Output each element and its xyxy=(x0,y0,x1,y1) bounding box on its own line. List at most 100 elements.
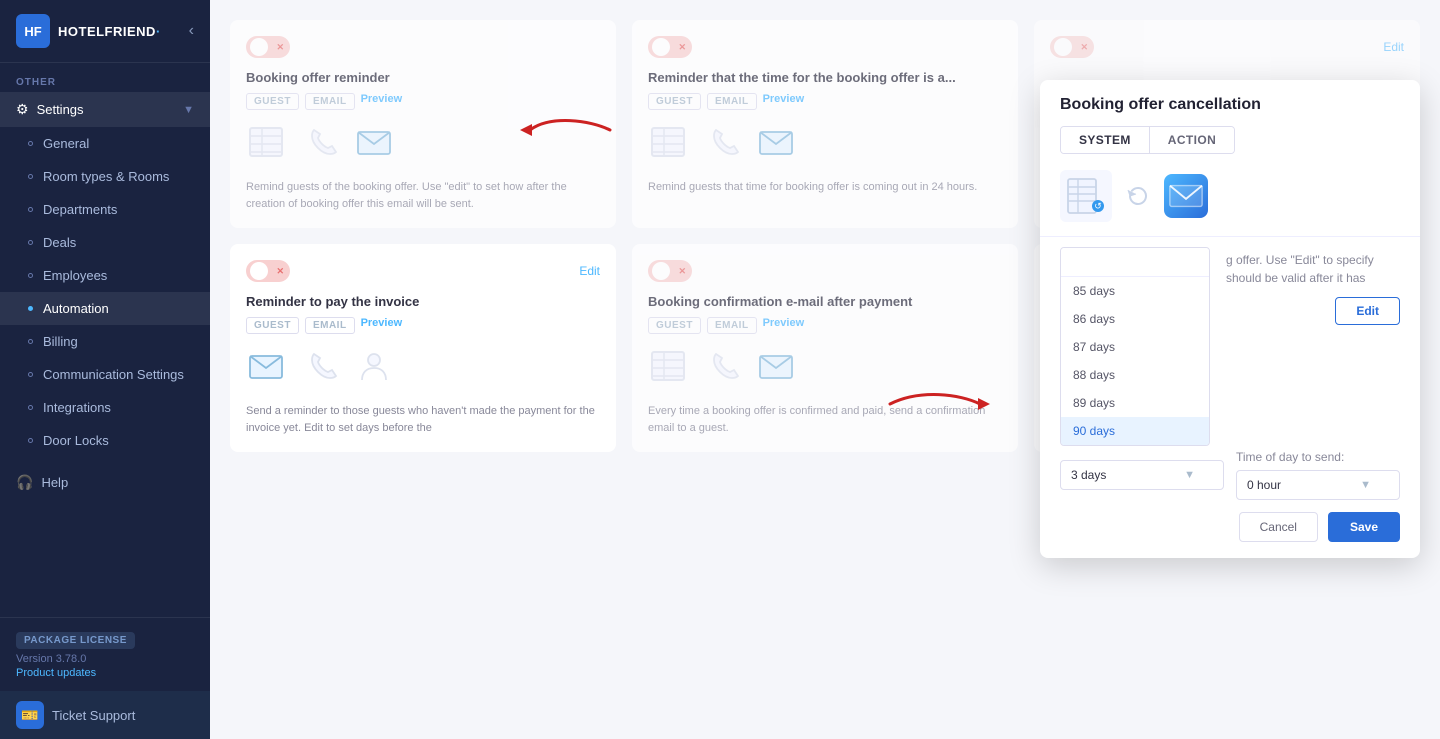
popup-panel: Booking offer cancellation SYSTEM ACTION… xyxy=(1040,80,1420,558)
dropdown-days-list[interactable]: 🔍 85 days 86 days 87 days 88 days 89 day… xyxy=(1060,247,1210,446)
popup-header: Booking offer cancellation SYSTEM ACTION xyxy=(1040,80,1420,154)
tag-guest: GUEST xyxy=(246,317,299,334)
phone-icon xyxy=(300,122,340,167)
sidebar: HF HOTELFRIEND· ‹ OTHER ⚙ Settings ▼ Gen… xyxy=(0,0,210,739)
toggle-row: ✕ Edit xyxy=(1050,36,1404,58)
toggle-booking-offer-cancellation[interactable]: ✕ xyxy=(1050,36,1094,58)
ticket-support-item[interactable]: 🎫 Ticket Support xyxy=(0,691,210,739)
preview-link[interactable]: Preview xyxy=(763,93,805,110)
popup-body: 🔍 85 days 86 days 87 days 88 days 89 day… xyxy=(1040,237,1420,446)
version-text: Version 3.78.0 xyxy=(16,653,194,665)
sidebar-item-label: Door Locks xyxy=(43,433,109,448)
dot-icon xyxy=(28,273,33,278)
card-booking-confirmation-payment: ✕ Booking confirmation e-mail after paym… xyxy=(632,244,1018,452)
product-updates-link[interactable]: Product updates xyxy=(16,667,194,679)
toggle-row: ✕ Edit xyxy=(246,260,600,282)
hour-select-value: 0 hour xyxy=(1247,478,1281,492)
hour-select[interactable]: 0 hour ▼ xyxy=(1236,470,1400,500)
card-description: Send a reminder to those guests who have… xyxy=(246,403,600,436)
dot-icon xyxy=(28,405,33,410)
chevron-down-icon: ▼ xyxy=(183,104,194,116)
toggle-reminder-pay-invoice[interactable]: ✕ xyxy=(246,260,290,282)
popup-save-button[interactable]: Save xyxy=(1328,512,1400,542)
popup-icons-row: ↺ xyxy=(1040,170,1420,237)
card-description: Remind guests of the booking offer. Use … xyxy=(246,179,600,212)
dot-icon xyxy=(28,141,33,146)
sidebar-item-employees[interactable]: Employees xyxy=(0,259,210,292)
sidebar-item-label: Integrations xyxy=(43,400,111,415)
sidebar-item-label: Departments xyxy=(43,202,117,217)
ticket-support-label: Ticket Support xyxy=(52,708,135,723)
card-title: Booking confirmation e-mail after paymen… xyxy=(648,294,1002,309)
toggle-reminder-booking-time[interactable]: ✕ xyxy=(648,36,692,58)
sidebar-item-billing[interactable]: Billing xyxy=(0,325,210,358)
popup-description: g offer. Use "Edit" to specify should be… xyxy=(1226,237,1400,297)
toggle-row: ✕ xyxy=(648,36,1002,58)
headset-icon: 🎧 xyxy=(16,474,33,491)
sidebar-item-label: Deals xyxy=(43,235,76,250)
toggle-booking-confirmation-payment[interactable]: ✕ xyxy=(648,260,692,282)
phone-icon xyxy=(300,346,340,391)
dropdown-item-90[interactable]: 90 days xyxy=(1061,417,1209,445)
toggle-booking-offer-reminder[interactable]: ✕ xyxy=(246,36,290,58)
time-of-day-label: Time of day to send: xyxy=(1236,450,1400,464)
tab-system[interactable]: SYSTEM xyxy=(1061,127,1150,153)
card-icons xyxy=(246,346,600,391)
tag-guest: GUEST xyxy=(648,93,701,110)
edit-link[interactable]: Edit xyxy=(1383,40,1404,54)
sidebar-item-general[interactable]: General xyxy=(0,127,210,160)
popup-refresh-icon xyxy=(1124,182,1152,210)
card-description: Every time a booking offer is confirmed … xyxy=(648,403,1002,436)
preview-link[interactable]: Preview xyxy=(763,317,805,334)
tag-email: EMAIL xyxy=(707,317,757,334)
logo-text: HOTELFRIEND· xyxy=(58,24,161,39)
tag-row: GUEST EMAIL Preview xyxy=(648,93,1002,110)
chevron-down-icon: ▼ xyxy=(1360,479,1371,491)
sidebar-item-deals[interactable]: Deals xyxy=(0,226,210,259)
card-reminder-pay-invoice: ✕ Edit Reminder to pay the invoice GUEST… xyxy=(230,244,616,452)
dropdown-item-88[interactable]: 88 days xyxy=(1061,361,1209,389)
preview-link[interactable]: Preview xyxy=(361,317,403,334)
card-icons xyxy=(648,122,1002,167)
sidebar-item-room-types[interactable]: Room types & Rooms xyxy=(0,160,210,193)
sidebar-bottom: PACKAGE LICENSE Version 3.78.0 Product u… xyxy=(0,617,210,691)
tag-email: EMAIL xyxy=(707,93,757,110)
tag-row: GUEST EMAIL Preview xyxy=(648,317,1002,334)
phone-icon xyxy=(702,122,742,167)
sidebar-item-settings[interactable]: ⚙ Settings ▼ xyxy=(0,92,210,127)
sidebar-item-integrations[interactable]: Integrations xyxy=(0,391,210,424)
days-select[interactable]: 3 days ▼ xyxy=(1060,460,1224,490)
preview-link[interactable]: Preview xyxy=(361,93,403,110)
sidebar-item-communication-settings[interactable]: Communication Settings xyxy=(0,358,210,391)
popup-tabs: SYSTEM ACTION xyxy=(1060,126,1235,154)
logo-icon: HF xyxy=(16,14,50,48)
email-icon xyxy=(354,122,394,167)
dropdown-item-86[interactable]: 86 days xyxy=(1061,305,1209,333)
card-title: Booking offer reminder xyxy=(246,70,600,85)
tab-action[interactable]: ACTION xyxy=(1150,127,1234,153)
sidebar-item-departments[interactable]: Departments xyxy=(0,193,210,226)
tag-row: GUEST EMAIL Preview xyxy=(246,317,600,334)
dot-icon xyxy=(28,174,33,179)
table-icon xyxy=(648,122,688,167)
table-icon xyxy=(648,346,688,391)
email-icon xyxy=(246,346,286,391)
popup-edit-button[interactable]: Edit xyxy=(1335,297,1400,325)
gear-icon: ⚙ xyxy=(16,101,29,118)
sidebar-item-door-locks[interactable]: Door Locks xyxy=(0,424,210,457)
dropdown-search-input[interactable] xyxy=(1069,255,1210,269)
sidebar-item-automation[interactable]: Automation xyxy=(0,292,210,325)
dropdown-search-row: 🔍 xyxy=(1061,248,1209,277)
sidebar-back-button[interactable]: ‹ xyxy=(189,22,194,40)
edit-link[interactable]: Edit xyxy=(579,264,600,278)
tag-row: GUEST EMAIL Preview xyxy=(246,93,600,110)
dropdown-item-87[interactable]: 87 days xyxy=(1061,333,1209,361)
phone-icon xyxy=(702,346,742,391)
sidebar-item-help[interactable]: 🎧 Help xyxy=(0,465,210,500)
dropdown-item-85[interactable]: 85 days xyxy=(1061,277,1209,305)
popup-cancel-button[interactable]: Cancel xyxy=(1239,512,1318,542)
tag-guest: GUEST xyxy=(648,317,701,334)
ticket-icon: 🎫 xyxy=(16,701,44,729)
dropdown-item-89[interactable]: 89 days xyxy=(1061,389,1209,417)
dot-icon xyxy=(28,240,33,245)
